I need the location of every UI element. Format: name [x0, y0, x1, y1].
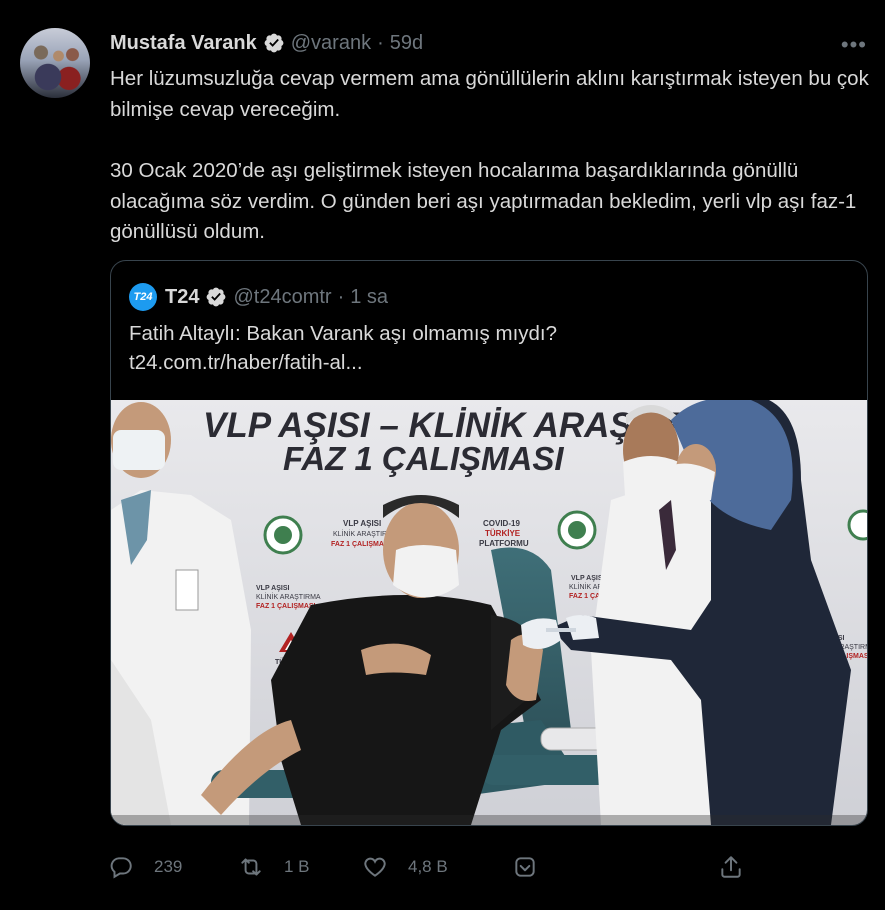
reply-icon	[110, 857, 132, 879]
bookmark-icon	[515, 857, 535, 877]
small-label: VLP AŞISI	[571, 575, 605, 582]
covid-label: TÜRKİYE	[485, 529, 521, 538]
quoted-timestamp: 1 sa	[350, 285, 389, 308]
author-handle[interactable]: @varank	[291, 32, 371, 55]
author-name[interactable]: Mustafa Varank	[110, 32, 257, 55]
quoted-tweet[interactable]: T24 T24 @t24comtr · 1 sa Fatih Altaylı: …	[110, 260, 868, 826]
tweet-actions: 239 1 B 4,8 B	[108, 854, 768, 886]
reply-button[interactable]: 239	[108, 854, 182, 880]
small-label: KLİNİK ARAŞTIRMA	[256, 592, 321, 601]
verified-badge-icon	[207, 287, 226, 307]
retweet-button[interactable]: 1 B	[238, 854, 310, 880]
tweet-paragraph: Her lüzumsuzluğa cevap vermem ama gönüll…	[110, 67, 869, 121]
small-label: FAZ 1 ÇALIŞMASI	[256, 603, 316, 610]
t24-logo-icon: T24	[129, 283, 157, 311]
avatar[interactable]	[20, 28, 90, 98]
like-count: 4,8 B	[408, 857, 448, 876]
share-icon	[721, 856, 741, 878]
quoted-text: Fatih Altaylı: Bakan Varank aşı olmamış …	[129, 319, 829, 377]
quoted-photo[interactable]: VLP AŞISI – KLİNİK ARAŞTIRMA FAZ 1 ÇALIŞ…	[111, 400, 867, 825]
banner-subtitle: FAZ 1 ÇALIŞMASI	[283, 440, 564, 477]
timestamp[interactable]: 59d	[390, 32, 423, 55]
quoted-link[interactable]: t24.com.tr/haber/fatih-al...	[129, 348, 829, 377]
small-label: VLP AŞISI	[343, 519, 381, 528]
separator: ·	[377, 31, 384, 54]
quoted-author-name: T24	[165, 285, 200, 308]
small-label: FAZ 1 ÇALIŞMASI	[331, 541, 391, 548]
heart-icon	[364, 857, 386, 877]
retweet-count: 1 B	[284, 857, 310, 876]
small-label: VLP AŞISI	[256, 585, 290, 592]
quoted-author-handle: @t24comtr	[233, 285, 332, 308]
covid-label: COVID-19	[483, 519, 520, 528]
tweet-text: Her lüzumsuzluğa cevap vermem ama gönüll…	[110, 64, 870, 248]
quoted-headline: Fatih Altaylı: Bakan Varank aşı olmamış …	[129, 322, 558, 345]
retweet-icon	[241, 858, 261, 876]
separator: ·	[337, 285, 345, 308]
reply-count: 239	[154, 857, 183, 876]
quoted-header: T24 T24 @t24comtr · 1 sa	[129, 283, 388, 311]
tweet-paragraph: 30 Ocak 2020’de aşı geliştirmek isteyen …	[110, 159, 857, 243]
like-button[interactable]: 4,8 B	[362, 854, 448, 880]
covid-label: PLATFORMU	[479, 539, 529, 548]
more-options-icon[interactable]: •••	[841, 32, 867, 58]
bookmark-button[interactable]	[512, 854, 558, 880]
share-button[interactable]	[718, 854, 764, 880]
verified-badge-icon	[264, 33, 284, 53]
tweet-header: Mustafa Varank @varank · 59d	[110, 30, 423, 56]
